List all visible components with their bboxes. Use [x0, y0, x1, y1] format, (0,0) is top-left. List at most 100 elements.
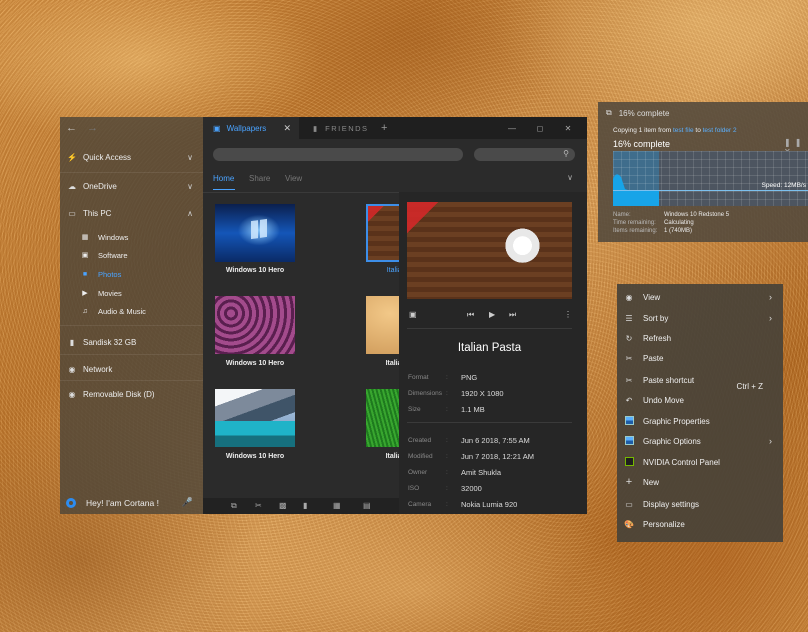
previous-icon[interactable]: ⏮ — [467, 310, 474, 320]
new-tab-button[interactable]: + — [381, 117, 393, 139]
prop-value: 32000 — [461, 484, 482, 493]
prop-value: 1.1 MB — [461, 405, 485, 414]
menu-item-graphic-options[interactable]: Graphic Options › — [617, 431, 783, 451]
sidebar-item-windows[interactable]: ▦ Windows — [80, 229, 203, 245]
preview-pane: ▣ ⏮ ▶ ⏭ ⋮ Italian Pasta Format : PNG Dim… — [399, 192, 587, 514]
more-options-icon[interactable]: ⋮ — [564, 310, 572, 319]
menu-item-view[interactable]: ◉ View › — [617, 287, 783, 307]
ribbon-tab-share[interactable]: Share — [249, 174, 270, 183]
lightning-icon: ⚡ — [67, 152, 77, 162]
scissors-icon: ✂ — [625, 375, 633, 385]
sidebar-item-label: Network — [83, 364, 113, 374]
sidebar-item-this-pc[interactable]: ▭ This PC ∧ — [60, 204, 203, 222]
prop-label: Size — [408, 406, 421, 413]
plus-icon: + — [625, 476, 633, 488]
address-bar[interactable] — [213, 148, 463, 161]
sd-card-icon: ▮ — [69, 337, 75, 347]
copy-icon[interactable]: ⧉ — [231, 501, 237, 511]
palette-icon: 🎨 — [624, 519, 634, 529]
sidebar-item-photos[interactable]: ■ Photos — [80, 266, 203, 282]
thumbnail-caption: Windows 10 Hero — [225, 267, 285, 274]
eye-icon: ◉ — [625, 292, 633, 302]
image-icon[interactable]: ▣ — [409, 310, 417, 319]
sidebar-item-sandisk[interactable]: ▮ Sandisk 32 GB — [60, 333, 203, 351]
source-link[interactable]: test file — [673, 127, 694, 134]
copy-text: to — [695, 127, 701, 134]
search-input[interactable]: ⚲ — [474, 148, 575, 161]
ribbon-tab-view[interactable]: View — [285, 174, 302, 183]
prop-colon: : — [446, 485, 448, 492]
windows-logo-icon: ▦ — [81, 234, 89, 241]
cloud-icon: ☁ — [68, 181, 76, 191]
menu-item-sort-by[interactable]: ☰ Sort by › — [617, 308, 783, 328]
sidebar-item-onedrive[interactable]: ☁ OneDrive ∨ — [60, 177, 203, 195]
menu-item-undo-move[interactable]: ↶ Undo Move Ctrl + Z — [617, 382, 783, 410]
tab-friends[interactable]: ▮ FRIENDS — [309, 117, 379, 139]
sidebar-item-audio-music[interactable]: ♫ Audio & Music — [80, 303, 203, 319]
next-icon[interactable]: ⏭ — [509, 310, 516, 320]
dialog-header: ⧉ 16% complete — [606, 108, 669, 118]
minimize-icon[interactable]: — — [499, 117, 525, 139]
grid-icon[interactable]: ▦ — [333, 501, 341, 510]
menu-item-refresh[interactable]: ↻ Refresh — [617, 328, 783, 348]
sidebar-item-label: Audio & Music — [98, 306, 146, 316]
ribbon-tab-home[interactable]: Home — [213, 174, 234, 183]
forward-arrow-icon[interactable]: → — [87, 122, 98, 134]
trash-icon[interactable]: ▩ — [279, 501, 287, 510]
menu-item-label: NVIDIA Control Panel — [643, 457, 720, 467]
back-arrow-icon[interactable]: ← — [66, 122, 77, 134]
thumbnail-mountains[interactable] — [215, 389, 295, 447]
cortana-bar[interactable]: Hey! I'am Cortana ! 🎤 — [60, 491, 203, 514]
thumbnail-windows-hero[interactable] — [215, 204, 295, 262]
sidebar-item-label: This PC — [83, 208, 112, 218]
menu-item-label: Display settings — [643, 499, 700, 509]
usb-drive-icon: ◉ — [68, 389, 76, 399]
speed-line — [613, 190, 808, 191]
menu-item-label: Graphic Options — [643, 436, 701, 446]
nav-buttons: ← → — [60, 117, 203, 139]
prop-colon: : — [446, 501, 448, 508]
photo-icon: ■ — [82, 270, 88, 278]
menu-item-new[interactable]: + New — [617, 472, 783, 492]
thumbnail-leaves[interactable] — [215, 296, 295, 354]
monitor-icon: ▭ — [68, 208, 76, 218]
close-tab-icon[interactable]: ✕ — [283, 123, 291, 134]
sidebar-item-movies[interactable]: ▶ Movies — [80, 285, 203, 301]
prop-value: Jun 6 2018, 7:55 AM — [461, 436, 530, 445]
chevron-up-icon[interactable]: ∧ — [187, 209, 193, 218]
scissors-icon[interactable]: ✂ — [255, 501, 262, 510]
close-window-icon[interactable]: ✕ — [555, 117, 581, 139]
list-view-icon[interactable]: ▤ — [363, 501, 371, 510]
chevron-down-icon[interactable]: ∨ — [187, 182, 193, 191]
destination-link[interactable]: test folder 2 — [703, 127, 737, 134]
thumbnail-caption: Windows 10 Hero — [225, 453, 285, 460]
sidebar-item-removable-disk[interactable]: ◉ Removable Disk (D) — [60, 385, 203, 403]
menu-item-graphic-properties[interactable]: Graphic Properties — [617, 411, 783, 431]
menu-item-paste[interactable]: ✂ Paste — [617, 348, 783, 368]
chevron-right-icon: › — [769, 313, 772, 323]
menu-item-label: Graphic Properties — [643, 416, 710, 426]
menu-item-personalize[interactable]: 🎨 Personalize — [617, 514, 783, 534]
sidebar-item-network[interactable]: ◉ Network — [60, 360, 203, 378]
divider — [407, 328, 572, 329]
detail-label: Time remaining: — [613, 220, 656, 226]
microphone-icon[interactable]: 🎤 — [182, 497, 193, 508]
chevron-down-icon[interactable]: ∨ — [187, 153, 193, 162]
prop-value: 1920 X 1080 — [461, 389, 504, 398]
divider — [60, 380, 203, 381]
menu-item-display-settings[interactable]: ▭ Display settings — [617, 494, 783, 514]
folder-icon: ▮ — [313, 123, 318, 133]
tab-bar: ▣ Wallpapers ✕ ▮ FRIENDS + — ◻ ✕ — [203, 117, 587, 139]
chevron-down-icon[interactable]: ∨ — [567, 173, 573, 182]
sidebar-item-label: Photos — [98, 269, 122, 279]
sidebar-item-label: OneDrive — [83, 181, 117, 191]
folder-icon[interactable]: ▮ — [303, 501, 307, 510]
detail-label: Items remaining: — [613, 228, 658, 234]
search-icon: ⚲ — [563, 149, 569, 158]
tab-wallpapers[interactable]: ▣ Wallpapers ✕ — [203, 117, 299, 139]
sidebar-item-quick-access[interactable]: ⚡ Quick Access ∨ — [60, 148, 203, 166]
play-icon[interactable]: ▶ — [489, 310, 495, 319]
maximize-icon[interactable]: ◻ — [527, 117, 553, 139]
menu-item-nvidia-control-panel[interactable]: NVIDIA Control Panel — [617, 452, 783, 472]
sidebar-item-software[interactable]: ▣ Software — [80, 247, 203, 263]
